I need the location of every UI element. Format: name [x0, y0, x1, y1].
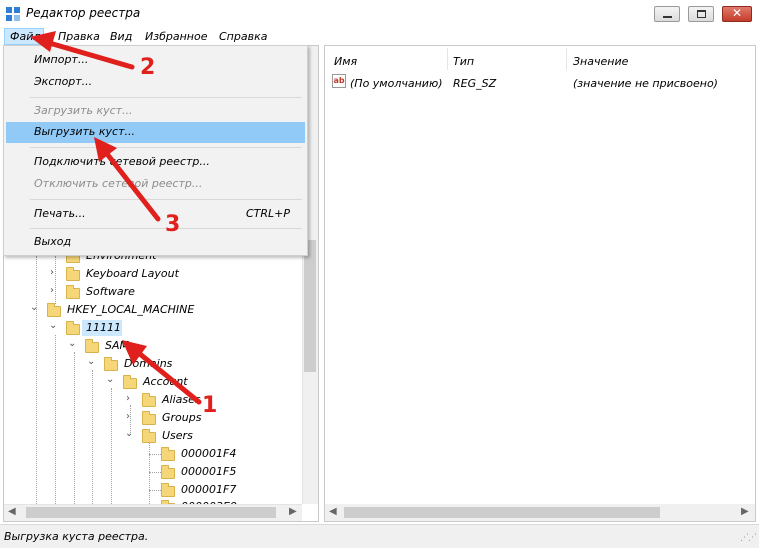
annotation-arrowhead-1 — [122, 340, 147, 365]
annotation-label-3: 3 — [165, 212, 181, 237]
annotation-arrow-2 — [43, 39, 135, 70]
annotation-arrowhead-2 — [30, 31, 56, 52]
annotation-arrow-3 — [101, 147, 161, 222]
annotation-arrows — [30, 31, 202, 405]
annotation-arrow-1 — [132, 347, 202, 405]
annotation-label-1: 1 — [202, 393, 218, 418]
annotation-label-2: 2 — [140, 55, 156, 80]
